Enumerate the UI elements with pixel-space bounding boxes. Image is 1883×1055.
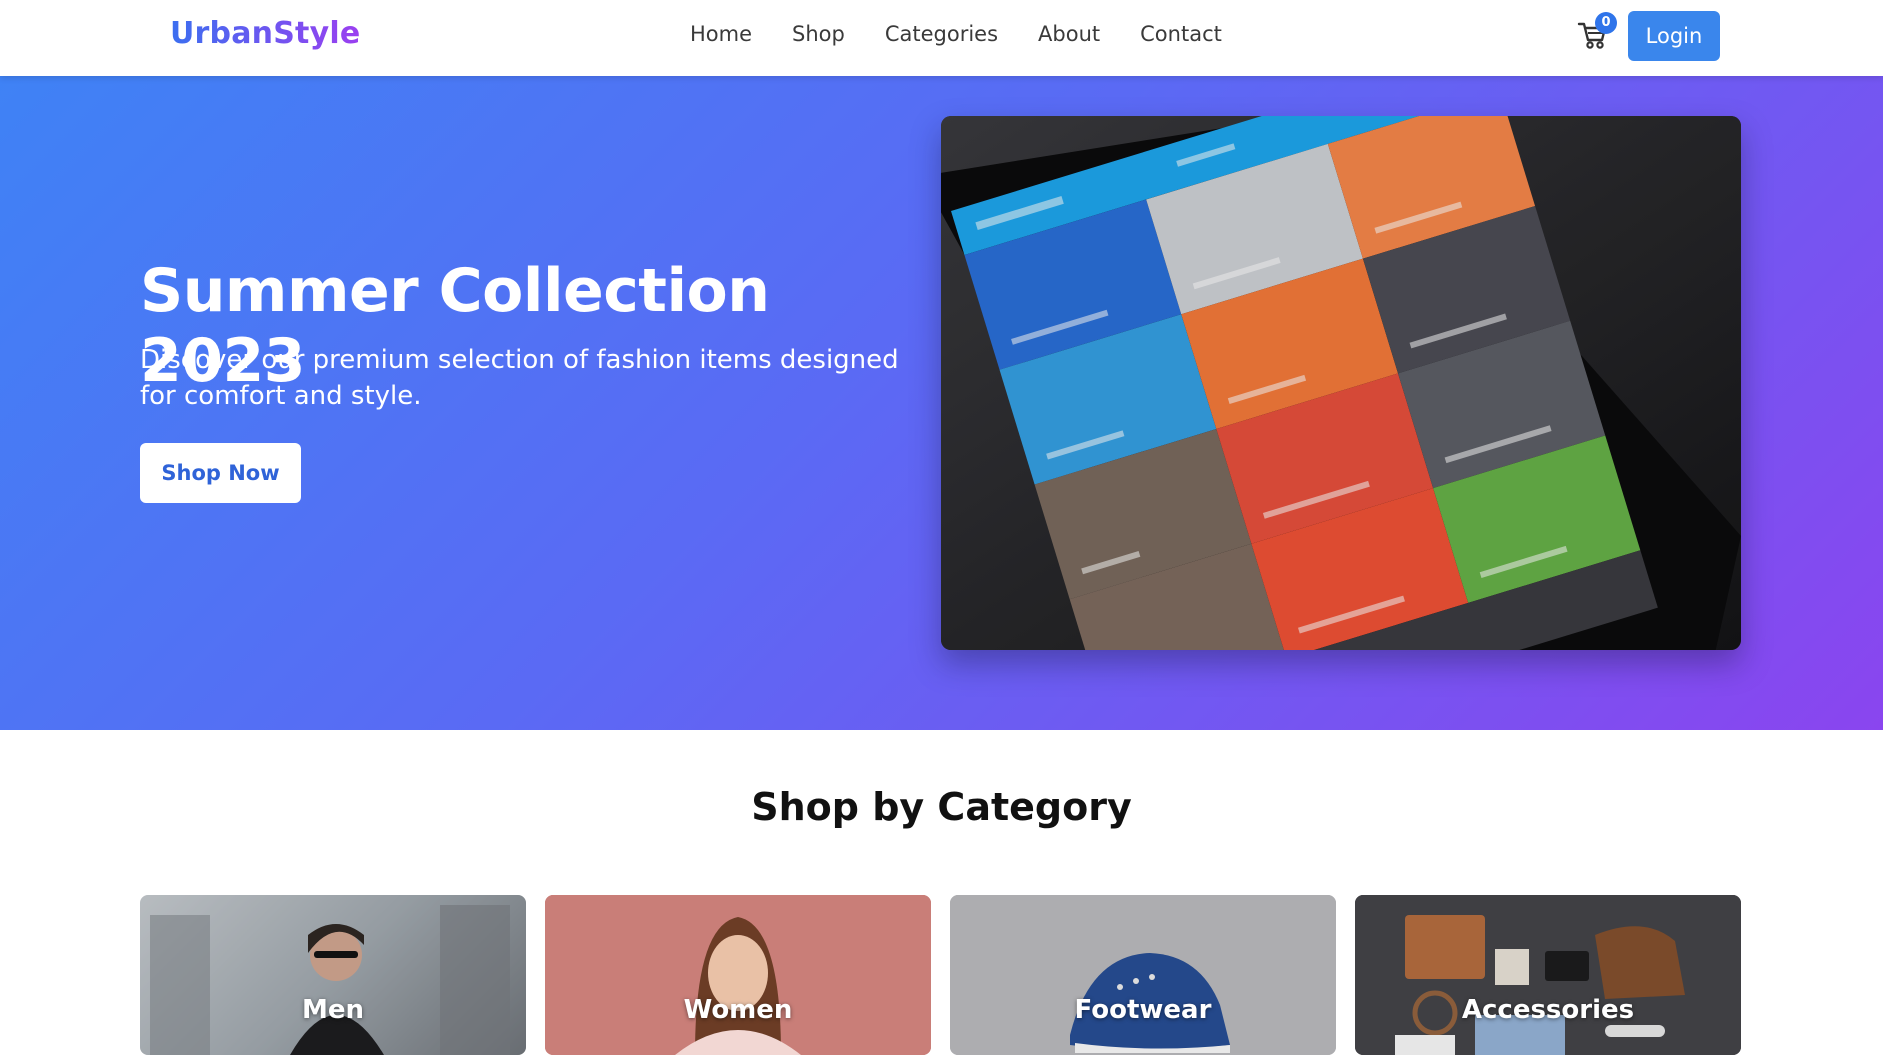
category-card-footwear[interactable]: Footwear [950,895,1336,1055]
category-card-men[interactable]: Men [140,895,526,1055]
category-card-accessories[interactable]: Accessories [1355,895,1741,1055]
hero-banner: Summer Collection 2023 Discover our prem… [0,76,1883,730]
category-label: Footwear [1074,995,1212,1025]
women-photo-icon [545,895,931,1055]
category-label: Men [301,995,365,1025]
nav-about-link[interactable]: About [1038,22,1100,46]
hero-subtitle: Discover our premium selection of fashio… [140,345,899,411]
cart-count-badge: 0 [1595,12,1617,34]
nav-contact-link[interactable]: Contact [1140,22,1222,46]
hero-image [941,116,1741,650]
men-photo-icon [140,895,526,1055]
category-label: Accessories [1461,995,1635,1025]
shop-now-button[interactable]: Shop Now [140,443,301,503]
nav-shop-link[interactable]: Shop [792,22,845,46]
cart-button[interactable]: 0 [1577,12,1617,54]
brand-logo[interactable]: UrbanStyle [170,16,360,51]
section-title: Shop by Category [751,785,1132,829]
tablet-photo-icon [941,116,1741,650]
login-button[interactable]: Login [1628,11,1720,61]
main-nav: Home Shop Categories About Contact [690,22,1262,46]
category-card-women[interactable]: Women [545,895,931,1055]
sneaker-photo-icon [950,895,1336,1055]
accessories-photo-icon [1355,895,1741,1055]
nav-categories-link[interactable]: Categories [885,22,998,46]
category-label: Women [683,995,793,1025]
navbar: UrbanStyle Home Shop Categories About Co… [0,0,1883,76]
nav-home-link[interactable]: Home [690,22,752,46]
